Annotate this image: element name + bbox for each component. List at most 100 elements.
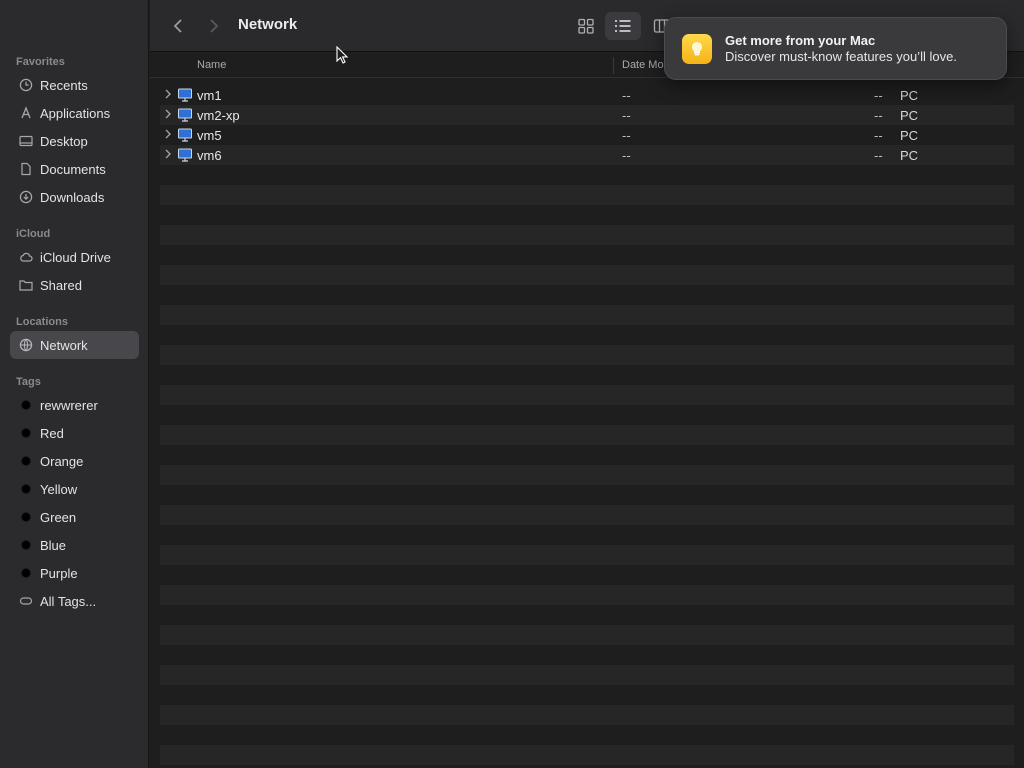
sidebar-section-tags: Tags: [16, 376, 41, 388]
tag-color-dot: [21, 484, 31, 494]
computer-icon: [177, 127, 193, 143]
tag-icon: [19, 594, 33, 608]
empty-row: [160, 345, 1014, 365]
row-name: vm5: [197, 128, 222, 143]
sidebar-item-network[interactable]: Network: [10, 331, 139, 359]
main-content: Network Name Date Mo vm1 -- -- PC vm2-xp…: [150, 0, 1024, 768]
table-row[interactable]: vm6 -- -- PC: [160, 145, 1014, 165]
row-date: --: [622, 108, 631, 123]
forward-button[interactable]: [202, 14, 226, 38]
list-view-button[interactable]: [605, 12, 641, 40]
sidebar-item-label: Network: [40, 337, 88, 353]
row-name: vm6: [197, 148, 222, 163]
sidebar-tag-green[interactable]: Green: [10, 503, 139, 531]
document-icon: [19, 162, 33, 176]
row-name: vm2-xp: [197, 108, 240, 123]
globe-icon: [19, 338, 33, 352]
empty-row: [160, 525, 1014, 545]
sidebar-item-documents[interactable]: Documents: [10, 155, 139, 183]
empty-row: [160, 425, 1014, 445]
row-date: --: [622, 128, 631, 143]
column-date-header[interactable]: Date Mo: [622, 59, 664, 71]
sidebar-section-icloud: iCloud: [16, 228, 51, 240]
column-divider[interactable]: [613, 57, 614, 74]
sidebar-tag-yellow[interactable]: Yellow: [10, 475, 139, 503]
sidebar-item-label: rewwrerer: [40, 397, 98, 413]
sidebar-item-label: Orange: [40, 453, 84, 469]
empty-row: [160, 385, 1014, 405]
back-button[interactable]: [166, 14, 190, 38]
row-date: --: [622, 88, 631, 103]
tag-color-dot: [21, 428, 31, 438]
sidebar-tag-purple[interactable]: Purple: [10, 559, 139, 587]
sidebar-tag-orange[interactable]: Orange: [10, 447, 139, 475]
empty-row: [160, 245, 1014, 265]
sidebar-item-label: All Tags...: [40, 593, 97, 609]
sidebar-item-label: Applications: [40, 105, 111, 121]
grid-icon: [578, 18, 594, 34]
table-row[interactable]: vm5 -- -- PC: [160, 125, 1014, 145]
empty-row: [160, 565, 1014, 585]
sidebar-all-tags[interactable]: All Tags...: [10, 587, 139, 615]
row-kind: PC: [900, 148, 919, 163]
row-kind: PC: [900, 128, 919, 143]
empty-row: [160, 585, 1014, 605]
download-icon: [19, 190, 33, 204]
sidebar-item-label: Green: [40, 509, 77, 525]
sidebar-section-favorites: Favorites: [16, 56, 65, 68]
empty-rows: [160, 165, 1014, 765]
row-size: --: [874, 148, 883, 163]
notification-body: Discover must-know features you’ll love.: [725, 49, 957, 64]
row-date: --: [622, 148, 631, 163]
column-name-header[interactable]: Name: [197, 59, 226, 71]
sidebar: Favorites Recents Applications Desktop D…: [0, 0, 149, 768]
empty-row: [160, 685, 1014, 705]
sidebar-item-applications[interactable]: Applications: [10, 99, 139, 127]
table-row[interactable]: vm2-xp -- -- PC: [160, 105, 1014, 125]
table-row[interactable]: vm1 -- -- PC: [160, 85, 1014, 105]
applications-icon: [19, 106, 33, 120]
notification-title: Get more from your Mac: [725, 33, 876, 48]
row-size: --: [874, 108, 883, 123]
sidebar-tag-rewwrerer[interactable]: rewwrerer: [10, 391, 139, 419]
disclosure-chevron-icon[interactable]: [164, 88, 174, 102]
empty-row: [160, 645, 1014, 665]
disclosure-chevron-icon[interactable]: [164, 108, 174, 122]
row-size: --: [874, 128, 883, 143]
empty-row: [160, 185, 1014, 205]
tips-notification[interactable]: Get more from your Mac Discover must-kno…: [664, 17, 1007, 80]
sidebar-tag-red[interactable]: Red: [10, 419, 139, 447]
sidebar-section-locations: Locations: [16, 316, 68, 328]
tag-color-dot: [21, 568, 31, 578]
sidebar-item-desktop[interactable]: Desktop: [10, 127, 139, 155]
empty-row: [160, 285, 1014, 305]
sidebar-item-label: iCloud Drive: [40, 249, 111, 265]
sidebar-item-shared[interactable]: Shared: [10, 271, 139, 299]
cloud-icon: [19, 250, 33, 264]
empty-row: [160, 445, 1014, 465]
computer-icon: [177, 147, 193, 163]
desktop-icon: [19, 134, 33, 148]
sidebar-item-recents[interactable]: Recents: [10, 71, 139, 99]
empty-row: [160, 725, 1014, 745]
empty-row: [160, 405, 1014, 425]
tag-color-dot: [21, 512, 31, 522]
sidebar-item-icloud-drive[interactable]: iCloud Drive: [10, 243, 139, 271]
sidebar-tag-blue[interactable]: Blue: [10, 531, 139, 559]
sidebar-item-label: Yellow: [40, 481, 78, 497]
empty-row: [160, 225, 1014, 245]
sidebar-item-label: Purple: [40, 565, 78, 581]
sidebar-item-downloads[interactable]: Downloads: [10, 183, 139, 211]
empty-row: [160, 745, 1014, 765]
sidebar-item-label: Blue: [40, 537, 67, 553]
row-kind: PC: [900, 88, 919, 103]
disclosure-chevron-icon[interactable]: [164, 148, 174, 162]
sidebar-item-label: Documents: [40, 161, 106, 177]
computer-icon: [177, 107, 193, 123]
row-kind: PC: [900, 108, 919, 123]
icon-view-button[interactable]: [568, 12, 604, 40]
disclosure-chevron-icon[interactable]: [164, 128, 174, 142]
computer-icon: [177, 87, 193, 103]
empty-row: [160, 545, 1014, 565]
chevron-right-icon: [210, 19, 219, 33]
